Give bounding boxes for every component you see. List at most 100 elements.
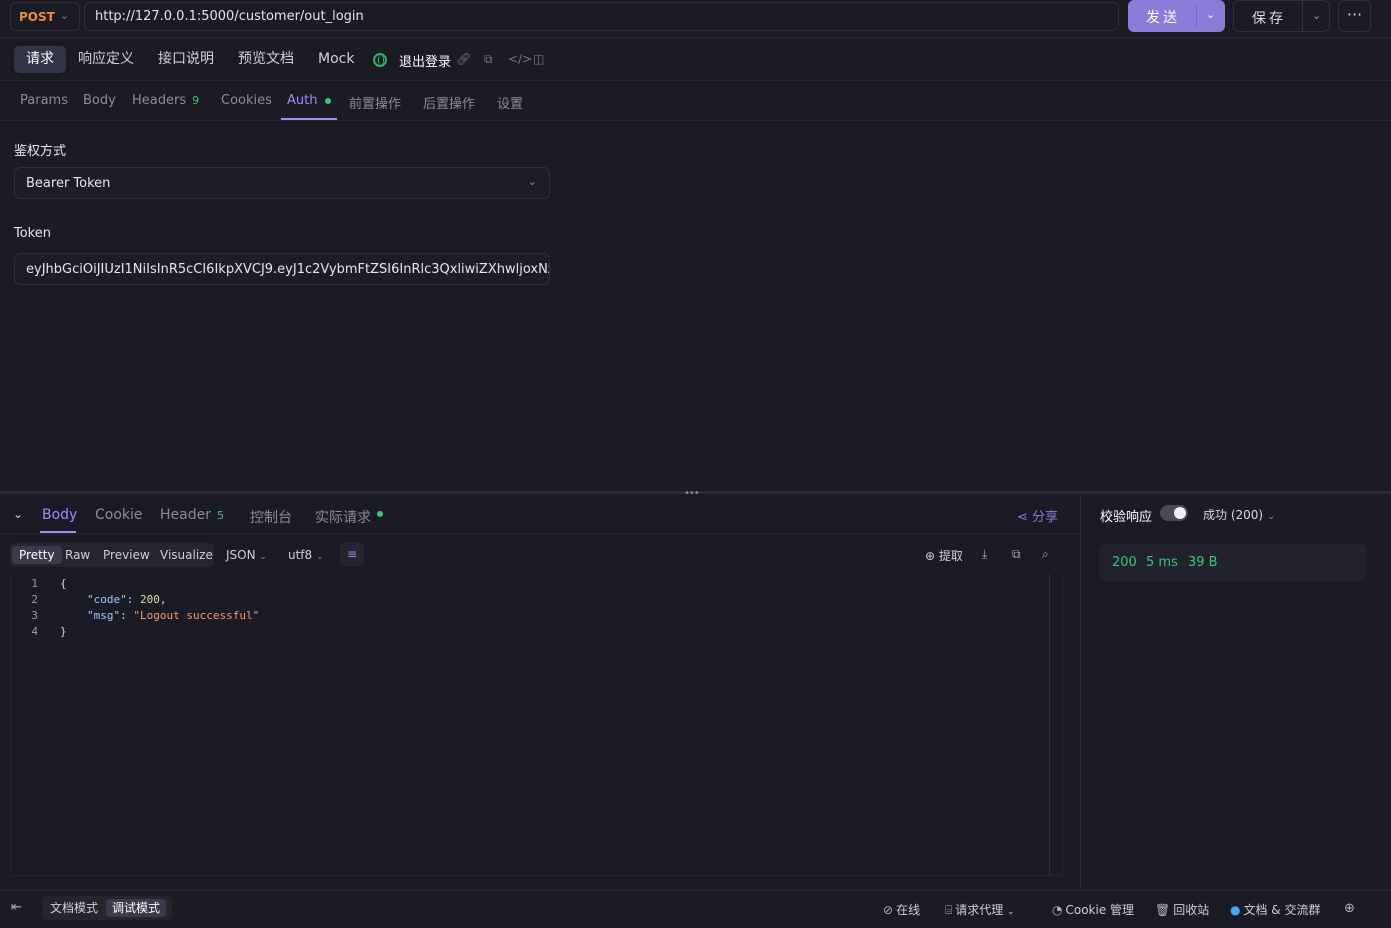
save-button[interactable]: 保存 ⌄ — [1233, 0, 1330, 32]
tab-response-header[interactable]: Header 5 — [160, 507, 224, 523]
chevron-down-icon[interactable]: ⌄ — [1312, 9, 1321, 22]
update-icon[interactable]: ⊕ — [1344, 901, 1355, 916]
tab-console[interactable]: 控制台 — [250, 507, 292, 527]
format-pretty[interactable]: Pretty — [12, 546, 62, 564]
headers-count-badge: 9 — [192, 94, 200, 107]
tab-response-body[interactable]: Body — [42, 507, 77, 523]
cookie-icon: ◔ — [1052, 903, 1063, 917]
auth-type-value: Bearer Token — [26, 175, 111, 191]
status-code: 200 — [1112, 555, 1137, 570]
tab-mock[interactable]: Mock — [306, 46, 366, 73]
send-label: 发送 — [1146, 10, 1180, 26]
extract-icon: ⊕ — [925, 549, 936, 563]
response-time: 5 ms — [1146, 555, 1178, 570]
debug-mode-button[interactable]: 调试模式 — [106, 899, 167, 917]
format-toggle-group: Pretty Raw Preview Visualize — [10, 543, 214, 567]
tab-headers[interactable]: Headers 9 — [132, 93, 199, 108]
active-tab-indicator — [281, 118, 337, 120]
tab-cookies[interactable]: Cookies — [221, 93, 272, 108]
json-key: "msg" — [87, 609, 121, 622]
trash-icon: 🗑︎ — [1155, 903, 1171, 917]
trash-label: 回收站 — [1173, 903, 1210, 917]
format-raw[interactable]: Raw — [58, 546, 97, 564]
docs-community-button[interactable]: ● 文档 & 交流群 — [1230, 901, 1320, 918]
extract-button[interactable]: ⊕ 提取 — [925, 547, 963, 564]
json-value: 200 — [140, 593, 160, 606]
code-brace: } — [60, 625, 67, 638]
tab-response-cookie[interactable]: Cookie — [95, 507, 143, 523]
send-button[interactable]: 发送 ⌄ — [1128, 0, 1225, 32]
code-line: "msg": "Logout successful" — [87, 609, 260, 622]
status-dot — [377, 511, 383, 517]
tab-actual-request[interactable]: 实际请求 — [315, 507, 383, 527]
method-label: POST — [19, 9, 55, 24]
encoding-select[interactable]: utf8 ⌄ — [288, 548, 324, 562]
line-number: 1 — [31, 577, 38, 590]
status-select[interactable]: 成功 (200) ⌄ — [1203, 506, 1275, 523]
validate-toggle[interactable] — [1160, 505, 1188, 521]
method-select[interactable]: POST ⌄ — [10, 2, 80, 31]
tab-request[interactable]: 请求 — [14, 46, 66, 73]
doc-mode-button[interactable]: 文档模式 — [44, 899, 104, 917]
more-button[interactable]: ··· — [1338, 0, 1371, 32]
json-key: "code" — [87, 593, 127, 606]
cookie-manager-label: Cookie 管理 — [1065, 903, 1135, 917]
proxy-label: 请求代理 — [955, 903, 1004, 917]
code-brace: { — [60, 577, 67, 590]
token-input[interactable]: eyJhbGciOiJIUzI1NiIsInR5cCI6IkpXVCJ9.eyJ… — [14, 253, 550, 285]
link-icon[interactable]: 🔗︎ — [456, 52, 471, 66]
token-label: Token — [14, 226, 51, 241]
tab-pre-processors[interactable]: 前置操作 — [349, 93, 401, 112]
tab-body[interactable]: Body — [83, 93, 116, 108]
format-preview[interactable]: Preview — [96, 546, 157, 564]
proxy-select[interactable]: ⌸ 请求代理 ⌄ — [945, 901, 1015, 918]
chevron-down-icon[interactable]: ⌄ — [1206, 8, 1215, 21]
tab-post-processors[interactable]: 后置操作 — [423, 93, 475, 112]
format-visualize[interactable]: Visualize — [153, 546, 220, 564]
response-stats: 200 5 ms 39 B — [1100, 544, 1366, 581]
share-button[interactable]: ⋖ 分享 — [1017, 506, 1058, 525]
trash-button[interactable]: 🗑︎ 回收站 — [1155, 901, 1209, 918]
editor-scrollbar[interactable] — [1049, 574, 1050, 876]
search-icon[interactable]: ⌕ — [1042, 547, 1049, 562]
divider — [1302, 1, 1303, 31]
cookie-manager-button[interactable]: ◔ Cookie 管理 — [1052, 901, 1134, 918]
divider — [0, 533, 1080, 534]
save-label: 保存 — [1252, 11, 1286, 27]
line-number: 3 — [31, 609, 38, 622]
code-icon[interactable]: </> — [508, 52, 532, 66]
network-icon: ⌸ — [945, 903, 953, 917]
online-status[interactable]: ⊘ 在线 — [883, 901, 920, 918]
mode-tab-bar: 请求 响应定义 接口说明 预览文档 Mock — [0, 39, 1391, 81]
tab-api-description[interactable]: 接口说明 — [146, 46, 226, 73]
download-icon[interactable]: ⤓ — [982, 547, 987, 562]
code-line: "code": 200, — [87, 593, 167, 606]
tab-auth[interactable]: Auth — [287, 93, 332, 108]
chevron-down-icon: ⌄ — [1266, 511, 1276, 522]
chevron-down-icon: ⌄ — [527, 175, 537, 188]
encoding-value: utf8 — [288, 548, 313, 562]
tab-response-definition[interactable]: 响应定义 — [66, 46, 146, 73]
auth-type-label: 鉴权方式 — [14, 144, 67, 159]
url-input[interactable]: http://127.0.0.1:5000/customer/out_login — [84, 2, 1119, 31]
copy-icon[interactable]: ⧉ — [1012, 547, 1021, 562]
share-label: 分享 — [1032, 510, 1059, 525]
collapse-sidebar-icon[interactable]: ⇤ — [11, 900, 22, 915]
extract-label: 提取 — [938, 549, 963, 563]
api-name[interactable]: 退出登录 — [399, 51, 451, 70]
line-number: 4 — [31, 625, 38, 638]
status-dot — [325, 97, 332, 104]
tab-settings[interactable]: 设置 — [497, 93, 523, 112]
collapse-chevron-icon[interactable]: ⌄ — [13, 507, 23, 521]
copy-icon[interactable]: ⧉ — [484, 52, 493, 67]
globe-icon — [373, 53, 387, 67]
content-type-select[interactable]: JSON ⌄ — [226, 548, 267, 562]
word-wrap-icon[interactable]: ≡ — [340, 542, 364, 566]
auth-type-select[interactable]: Bearer Token ⌄ — [14, 167, 550, 199]
chevron-down-icon: ⌄ — [316, 552, 324, 562]
split-panel-icon[interactable]: ◫ — [533, 52, 544, 66]
tab-headers-label: Headers — [132, 93, 187, 108]
tab-preview-docs[interactable]: 预览文档 — [226, 46, 306, 73]
docs-community-label: 文档 & 交流群 — [1243, 903, 1321, 917]
tab-params[interactable]: Params — [20, 93, 68, 108]
